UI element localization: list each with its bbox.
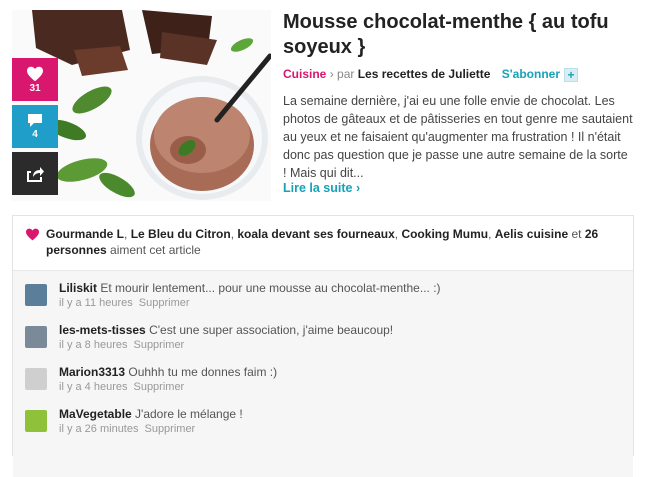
comment-button[interactable]: 4 xyxy=(12,105,58,148)
engagement-panel: Gourmande L, Le Bleu du Citron, koala de… xyxy=(12,215,634,477)
comment-meta: il y a 11 heures Supprimer xyxy=(59,297,190,309)
comment-meta: il y a 8 heures Supprimer xyxy=(59,339,184,351)
likes-and-label: et xyxy=(568,227,585,241)
share-button[interactable] xyxy=(12,152,58,195)
like-button[interactable]: 31 xyxy=(12,58,58,101)
comment-line: les-mets-tisses C'est une super associat… xyxy=(59,323,393,337)
avatar[interactable] xyxy=(25,368,47,390)
comment-line: Marion3313 Ouhhh tu me donnes faim :) xyxy=(59,365,277,379)
avatar[interactable] xyxy=(25,326,47,348)
follow-link[interactable]: S'abonner xyxy=(502,67,560,81)
article-meta: Cuisine › par Les recettes de Juliette S… xyxy=(283,67,578,82)
comment-text: Et mourir lentement... pour une mousse a… xyxy=(100,281,441,295)
like-count: 31 xyxy=(29,82,41,94)
likes-summary: Gourmande L, Le Bleu du Citron, koala de… xyxy=(13,216,633,271)
comment-text: Ouhhh tu me donnes faim :) xyxy=(128,365,278,379)
article-title[interactable]: Mousse chocolat-menthe { au tofu soyeux … xyxy=(283,10,633,60)
comment-item: Marion3313 Ouhhh tu me donnes faim :) il… xyxy=(13,361,633,403)
comment-author[interactable]: les-mets-tisses xyxy=(59,323,146,337)
delete-link[interactable]: Supprimer xyxy=(139,297,190,309)
comment-item: MaVegetable J'adore le mélange ! il y a … xyxy=(13,403,633,445)
article-actions: 31 4 xyxy=(12,58,58,199)
delete-link[interactable]: Supprimer xyxy=(133,339,184,351)
comment-author[interactable]: MaVegetable xyxy=(59,407,132,421)
comment-count: 4 xyxy=(32,129,38,140)
comment-item: les-mets-tisses C'est une super associat… xyxy=(13,319,633,361)
liker-sep: , xyxy=(488,227,495,241)
share-arrow-icon xyxy=(27,166,44,182)
comment-item: Liliskit Et mourir lentement... pour une… xyxy=(13,277,633,319)
author-link[interactable]: Les recettes de Juliette xyxy=(358,67,491,81)
meta-separator: › xyxy=(329,67,334,81)
comment-line: Liliskit Et mourir lentement... pour une… xyxy=(59,281,441,295)
comment-meta: il y a 26 minutes Supprimer xyxy=(59,423,195,435)
others-count[interactable]: 26 xyxy=(585,227,598,241)
follow-plus-icon[interactable]: + xyxy=(564,68,578,82)
category-link[interactable]: Cuisine xyxy=(283,67,326,81)
article-excerpt: La semaine dernière, j'ai eu une folle e… xyxy=(283,94,633,180)
comment-author[interactable]: Marion3313 xyxy=(59,365,125,379)
liker-link[interactable]: koala devant ses fourneaux xyxy=(237,227,394,241)
delete-link[interactable]: Supprimer xyxy=(133,381,184,393)
comment-text: C'est une super association, j'aime beau… xyxy=(149,323,394,337)
avatar[interactable] xyxy=(25,284,47,306)
liker-link[interactable]: Aelis cuisine xyxy=(495,227,568,241)
avatar[interactable] xyxy=(25,410,47,432)
liker-link[interactable]: Gourmande L xyxy=(46,227,124,241)
comment-list: Liliskit Et mourir lentement... pour une… xyxy=(13,271,633,477)
comment-time: il y a 11 heures xyxy=(59,297,133,309)
heart-icon xyxy=(27,66,43,81)
liker-sep: , xyxy=(124,227,131,241)
comment-line: MaVegetable J'adore le mélange ! xyxy=(59,407,243,421)
heart-icon xyxy=(26,228,39,241)
by-label: par xyxy=(337,67,355,81)
comment-time: il y a 8 heures xyxy=(59,339,128,351)
speech-bubble-icon xyxy=(28,114,42,127)
liker-link[interactable]: Le Bleu du Citron xyxy=(131,227,231,241)
comment-time: il y a 4 heures xyxy=(59,381,128,393)
comment-time: il y a 26 minutes xyxy=(59,423,139,435)
comment-author[interactable]: Liliskit xyxy=(59,281,97,295)
delete-link[interactable]: Supprimer xyxy=(144,423,195,435)
read-more-link[interactable]: Lire la suite › xyxy=(283,181,360,195)
likes-suffix: aiment cet article xyxy=(106,243,201,257)
liker-link[interactable]: Cooking Mumu xyxy=(401,227,488,241)
comment-meta: il y a 4 heures Supprimer xyxy=(59,381,184,393)
comment-text: J'adore le mélange ! xyxy=(135,407,243,421)
others-label[interactable]: personnes xyxy=(46,243,107,257)
